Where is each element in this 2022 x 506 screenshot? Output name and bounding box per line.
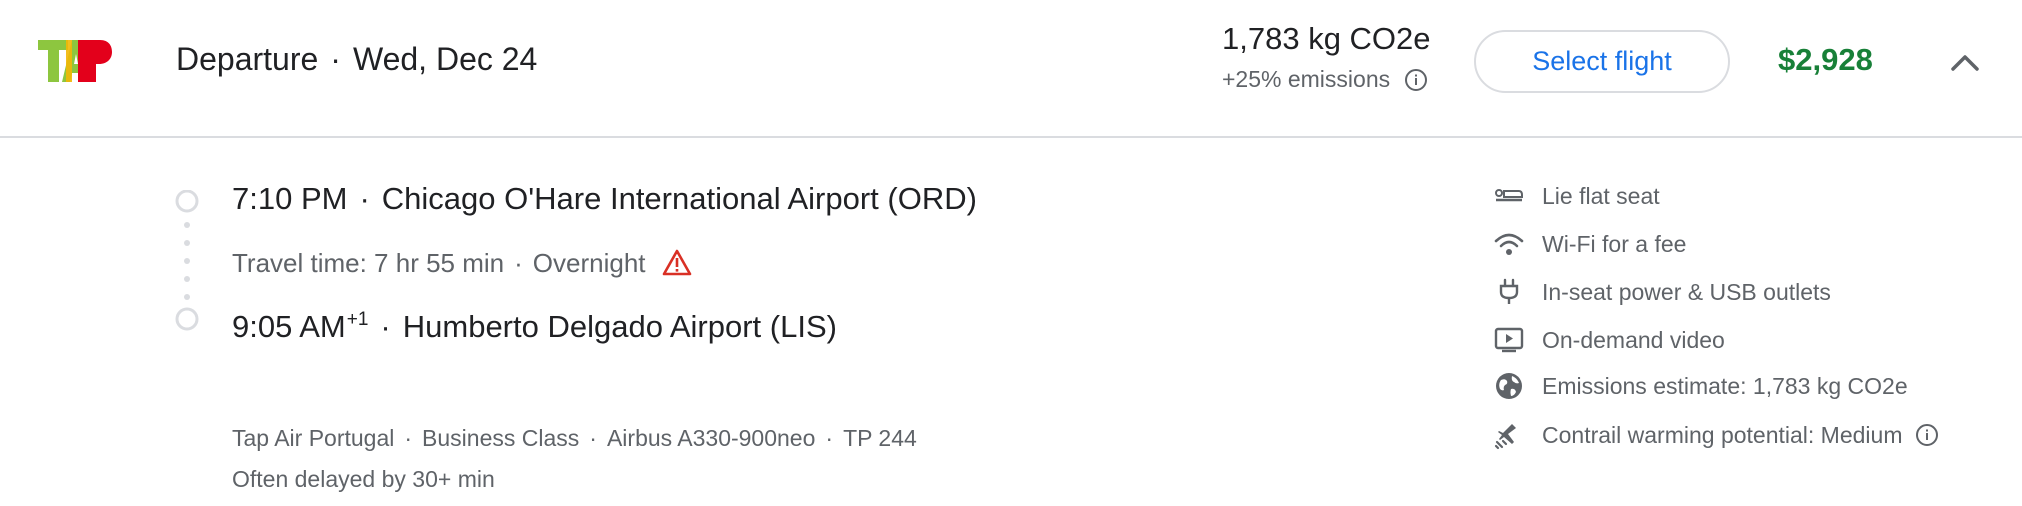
stop-separator: · xyxy=(359,181,370,216)
globe-icon xyxy=(1492,369,1526,403)
warning-icon xyxy=(662,249,691,275)
flight-details-card: Departure · Wed, Dec 24 1,783 kg CO2e +25%… xyxy=(0,0,2022,506)
details-separator: · xyxy=(404,425,413,451)
departure-time: 7:10 PM xyxy=(232,181,348,216)
chevron-up-icon[interactable] xyxy=(1950,48,1980,78)
amenity-label: Wi-Fi for a fee xyxy=(1542,230,1687,257)
overnight-label: Overnight xyxy=(532,248,646,278)
departure-date: Wed, Dec 24 xyxy=(352,41,538,77)
wifi-icon xyxy=(1492,227,1526,261)
select-flight-button[interactable]: Select flight xyxy=(1474,30,1730,93)
amenity-label: Lie flat seat xyxy=(1542,182,1660,209)
flight-number: TP 244 xyxy=(843,425,917,451)
details-separator: · xyxy=(825,425,834,451)
power-plug-icon xyxy=(1492,275,1526,309)
airline-name: Tap Air Portugal xyxy=(232,425,395,451)
amenity-lie-flat-seat: Lie flat seat xyxy=(1492,179,2012,213)
itinerary-timeline xyxy=(175,190,199,331)
amenity-video: On-demand video xyxy=(1492,323,2012,357)
info-icon[interactable] xyxy=(1915,423,1939,447)
departure-airport: Chicago O'Hare International Airport (OR… xyxy=(381,181,977,216)
flight-title: Departure · Wed, Dec 24 xyxy=(176,41,537,78)
flight-header[interactable]: Departure · Wed, Dec 24 1,783 kg CO2e +25%… xyxy=(0,0,2022,138)
arrival-stop: 9:05 AM+1 · Humberto Delgado Airport (LIS) xyxy=(232,309,837,345)
amenity-label: In-seat power & USB outlets xyxy=(1542,278,1831,305)
info-icon[interactable] xyxy=(1404,68,1428,92)
lie-flat-seat-icon xyxy=(1492,179,1526,213)
travel-separator: · xyxy=(514,248,523,278)
emissions-summary: 1,783 kg CO2e +25% emissions xyxy=(1222,21,1431,93)
cabin-class: Business Class xyxy=(422,425,580,451)
amenity-power: In-seat power & USB outlets xyxy=(1492,275,2012,309)
emissions-delta: +25% emissions xyxy=(1222,66,1391,92)
travel-time: Travel time: 7 hr 55 min xyxy=(232,248,505,278)
flight-details: Tap Air Portugal · Business Class · Airbus A… xyxy=(232,425,917,452)
travel-info: Travel time: 7 hr 55 min · Overnight xyxy=(232,248,692,279)
aircraft-type: Airbus A330-900neo xyxy=(606,425,816,451)
direction-label: Departure xyxy=(176,41,319,77)
arrival-day-offset: +1 xyxy=(346,309,369,330)
arrival-airport: Humberto Delgado Airport (LIS) xyxy=(402,309,837,344)
delay-note: Often delayed by 30+ min xyxy=(232,466,495,492)
video-icon xyxy=(1492,323,1526,357)
emissions-value: 1,783 kg CO2e xyxy=(1222,21,1431,56)
amenity-label: Contrail warming potential: Medium xyxy=(1542,421,1903,448)
title-separator: · xyxy=(330,41,341,77)
details-separator: · xyxy=(589,425,597,451)
amenity-contrail: Contrail warming potential: Medium xyxy=(1492,418,2012,452)
arrival-time: 9:05 AM xyxy=(232,309,346,344)
flight-price: $2,928 xyxy=(1778,42,1873,77)
contrail-icon xyxy=(1492,418,1526,452)
tap-air-portugal-logo xyxy=(38,40,112,82)
amenity-label: On-demand video xyxy=(1542,326,1725,353)
amenity-label: Emissions estimate: 1,783 kg CO2e xyxy=(1542,372,1908,399)
departure-stop: 7:10 PM · Chicago O'Hare International Air… xyxy=(232,181,977,217)
stop-separator: · xyxy=(380,309,391,344)
amenity-wifi: Wi-Fi for a fee xyxy=(1492,227,2012,261)
amenity-emissions: Emissions estimate: 1,783 kg CO2e xyxy=(1492,369,2012,403)
